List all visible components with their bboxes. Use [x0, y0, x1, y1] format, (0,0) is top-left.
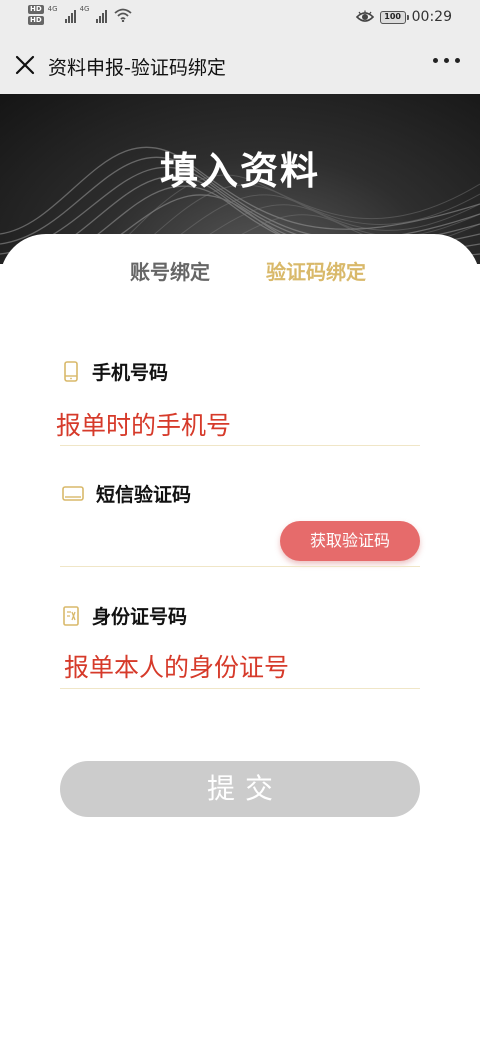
id-number-input[interactable]: 报单本人的身份证号: [64, 648, 289, 684]
status-right: 100 00:29: [355, 9, 452, 25]
id-label-text: 身份证号码: [92, 606, 188, 628]
sms-underline: [60, 566, 420, 567]
id-field-label: 身份证号码: [62, 602, 187, 629]
get-code-button[interactable]: 获取验证码: [280, 521, 420, 561]
battery-icon: 100: [379, 10, 409, 24]
eye-comfort-icon: [355, 10, 374, 22]
sms-label-text: 短信验证码: [96, 484, 192, 506]
more-icon[interactable]: [433, 58, 460, 63]
page-title: 资料申报-验证码绑定: [48, 57, 226, 79]
id-underline: [60, 688, 420, 689]
form-card: 账号绑定 验证码绑定 手机号码 报单时的手机号 短信验证码 获取验证码 身份证号…: [0, 234, 480, 1040]
hd-badge-2: HD: [28, 16, 44, 25]
tab-bar: 账号绑定 验证码绑定: [0, 256, 480, 288]
clock: 00:29: [411, 9, 452, 25]
sms-code-input[interactable]: [56, 528, 266, 564]
message-icon: [62, 483, 84, 505]
submit-button[interactable]: 提交: [60, 761, 420, 817]
phone-underline: [60, 445, 420, 446]
wifi-icon: [114, 8, 133, 22]
phone-icon: [62, 361, 80, 383]
sms-field-label: 短信验证码: [62, 480, 191, 507]
nav-bar: 资料申报-验证码绑定: [0, 36, 480, 94]
id-card-icon: [62, 605, 80, 627]
close-icon[interactable]: [12, 52, 38, 78]
status-left: HD HD 4G 4G: [28, 5, 133, 25]
phone-label-text: 手机号码: [92, 362, 169, 384]
phone-field-label: 手机号码: [62, 358, 168, 385]
status-bar: HD HD 4G 4G 100 00:29: [0, 0, 480, 36]
hd-badge-1: HD: [28, 5, 44, 14]
signal-icon: [64, 5, 76, 23]
signal-label-2: 4G: [79, 5, 90, 13]
signal-icon: [96, 5, 108, 23]
banner-title: 填入资料: [159, 149, 320, 193]
tab-account-binding[interactable]: 账号绑定: [130, 256, 210, 285]
tab-code-binding[interactable]: 验证码绑定: [266, 256, 366, 285]
phone-input[interactable]: 报单时的手机号: [56, 406, 231, 442]
signal-label-1: 4G: [47, 5, 58, 13]
